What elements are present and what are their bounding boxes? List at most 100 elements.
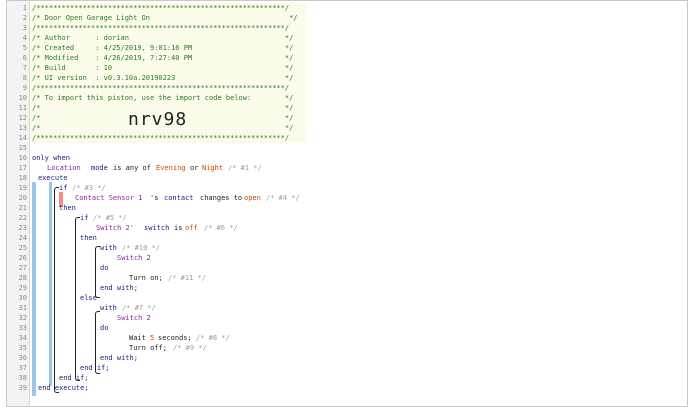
changes-to-operator: changes to: [200, 194, 243, 202]
if-block-bar: [49, 182, 52, 386]
line-number: 26: [18, 254, 27, 262]
piston-code-editor: 1 2 3 4 5 6 7 8 9 10 11 12 13 14 15 16 17 18 19 20 21 22 23 24 2…: [6, 0, 688, 407]
line-number: 37: [18, 364, 27, 372]
end-with-keyword: end with;: [100, 354, 138, 362]
header-title: /* Door Open Garage Light On */: [32, 14, 298, 22]
mode-attribute: mode: [91, 164, 108, 172]
value-night[interactable]: Night: [202, 163, 223, 173]
line-number: 2: [22, 14, 27, 22]
comment-id: /* #8 */: [196, 334, 230, 342]
comment-id: /* #1 */: [228, 164, 262, 172]
wait-command[interactable]: Wait: [129, 333, 146, 343]
line-number: 27: [18, 264, 27, 272]
line-number: 35: [18, 344, 27, 352]
or-keyword: or: [190, 164, 199, 172]
line-number: 25: [18, 244, 27, 252]
comment-id: /* #4 */: [266, 194, 300, 202]
line-number: 4: [22, 34, 27, 42]
comment-id: /* #5 */: [93, 214, 127, 222]
line-number-gutter: 1 2 3 4 5 6 7 8 9 10 11 12 13 14 15 16 17 18 19 20 21 22 23 24 2…: [7, 1, 30, 406]
if-keyword[interactable]: if: [80, 213, 88, 223]
end-with-keyword: end with;: [100, 284, 138, 292]
line-number: 21: [18, 204, 27, 212]
turn-on-command[interactable]: Turn on;: [129, 273, 163, 283]
header-created: /* Created : 4/25/2019, 9:01:16 PM */: [32, 44, 294, 52]
import-code[interactable]: nrv98: [128, 109, 187, 130]
header-ui-version: /* UI version : v0.3.10a.20190223 */: [32, 74, 294, 82]
comment-id: /* #7 */: [122, 304, 156, 312]
switch-device[interactable]: Switch 2: [117, 253, 151, 263]
execute-keyword: execute: [38, 174, 68, 182]
line-number: 23: [18, 224, 27, 232]
line-number: 7: [22, 64, 27, 72]
line-number: 29: [18, 284, 27, 292]
line-number: 24: [18, 234, 27, 242]
line-number: 19: [18, 184, 27, 192]
comment-id: /* #10 */: [122, 244, 160, 252]
line-number: 8: [22, 74, 27, 82]
line-number: 39: [18, 384, 27, 392]
line-number: 30: [18, 294, 27, 302]
line-number: 36: [18, 354, 27, 362]
switch-device[interactable]: Switch 2': [96, 223, 134, 233]
then-keyword: then: [59, 204, 76, 212]
end-if-keyword: end if;: [59, 374, 89, 382]
wait-unit: seconds;: [158, 334, 192, 342]
header-border: /***************************************…: [32, 24, 290, 32]
only-when-keyword: only when: [32, 154, 70, 162]
do-keyword: do: [100, 264, 109, 272]
line-number: 33: [18, 324, 27, 332]
line-number: 5: [22, 44, 27, 52]
line-number: 18: [18, 174, 27, 182]
comment-id: /* #3 */: [72, 184, 106, 192]
line-number: 15: [18, 144, 27, 152]
header-border-top: /***************************************…: [32, 4, 290, 12]
comment-id: /* #6 */: [204, 224, 238, 232]
execute-block-bar: [32, 182, 36, 396]
possessive: 's: [150, 194, 159, 202]
value-off[interactable]: off: [185, 223, 198, 233]
value-open[interactable]: open: [244, 193, 261, 203]
line-number: 22: [18, 214, 27, 222]
is-operator: is: [174, 224, 183, 232]
contact-attribute: contact: [164, 194, 194, 202]
comment-id: /* #9 */: [173, 344, 207, 352]
if-keyword[interactable]: if: [59, 183, 67, 193]
switch-device[interactable]: Switch 2: [117, 313, 151, 323]
line-number: 14: [18, 134, 27, 142]
is-any-of-operator: is any of: [113, 164, 151, 172]
turn-off-command[interactable]: Turn off;: [129, 343, 167, 353]
with-keyword[interactable]: with: [100, 243, 117, 253]
line-number: 16: [18, 154, 27, 162]
do-keyword: do: [100, 324, 109, 332]
line-number: 10: [18, 94, 27, 102]
comment-id: /* #11 */: [168, 274, 206, 282]
contact-sensor-device[interactable]: Contact Sensor 1: [75, 193, 142, 203]
header-import-instructions: /* To import this piston, use the import…: [32, 94, 294, 102]
if-bracket: [54, 187, 59, 393]
end-execute-keyword: end execute;: [38, 384, 89, 392]
else-keyword: else: [80, 294, 97, 302]
header-modified: /* Modified : 4/26/2019, 7:27:40 PM */: [32, 54, 294, 62]
value-evening[interactable]: Evening: [156, 163, 186, 173]
line-number: 11: [18, 104, 27, 112]
header-author: /* Author : dorian */: [32, 34, 294, 42]
then-keyword: then: [80, 234, 97, 242]
line-number: 9: [22, 84, 27, 92]
line-number: 1: [22, 4, 27, 12]
line-number: 3: [22, 24, 27, 32]
line-number: 28: [18, 274, 27, 282]
line-number: 13: [18, 124, 27, 132]
line-number: 32: [18, 314, 27, 322]
switch-attribute: switch: [144, 224, 170, 232]
header-build: /* Build : 10 */: [32, 64, 294, 72]
wait-value[interactable]: 5: [150, 333, 154, 343]
header-border-bottom: /***************************************…: [32, 134, 290, 142]
line-number: 34: [18, 334, 27, 342]
location-device[interactable]: Location: [47, 163, 81, 173]
end-if-keyword: end if;: [80, 364, 110, 372]
header-border: /***************************************…: [32, 84, 290, 92]
line-number: 6: [22, 54, 27, 62]
line-number: 31: [18, 304, 27, 312]
with-keyword[interactable]: with: [100, 303, 117, 313]
